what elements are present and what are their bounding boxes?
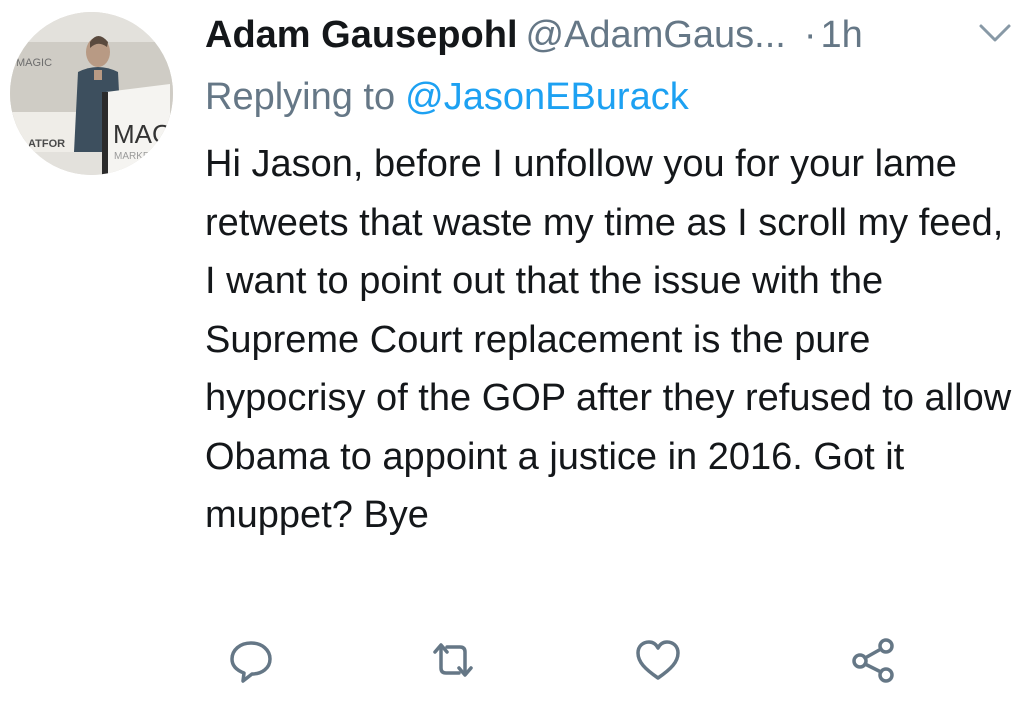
tweet-actions	[205, 632, 905, 688]
share-icon[interactable]	[845, 632, 901, 688]
tweet-header: Adam Gausepohl @AdamGaus... · 1h	[205, 10, 1025, 60]
replying-to: Replying to @JasonEBurack	[205, 72, 689, 122]
tweet[interactable]: MAG MARKE MAGIC PLATFOR Adam Gausepohl @A…	[0, 0, 1033, 721]
reply-icon[interactable]	[223, 632, 279, 688]
like-icon[interactable]	[630, 632, 686, 688]
author-name[interactable]: Adam Gausepohl	[205, 14, 518, 56]
author-handle[interactable]: @AdamGaus...	[526, 14, 786, 56]
podium-text: MAG	[113, 119, 172, 149]
separator-dot: ·	[803, 14, 817, 56]
podium-subtext: MARKE	[114, 151, 150, 162]
sign-left-text: PLATFOR	[14, 138, 65, 150]
sign-top-text: MAGIC	[16, 57, 52, 69]
avatar[interactable]: MAG MARKE MAGIC PLATFOR	[10, 12, 173, 175]
tweet-time[interactable]: 1h	[821, 14, 863, 56]
avatar-photo: MAG MARKE MAGIC PLATFOR	[10, 12, 173, 175]
tweet-text: Hi Jason, before I unfollow you for your…	[205, 143, 1012, 536]
replying-handle-link[interactable]: @JasonEBurack	[405, 76, 689, 118]
chevron-down-icon[interactable]	[975, 18, 1015, 48]
retweet-icon[interactable]	[425, 632, 481, 688]
replying-prefix: Replying to	[205, 76, 396, 118]
